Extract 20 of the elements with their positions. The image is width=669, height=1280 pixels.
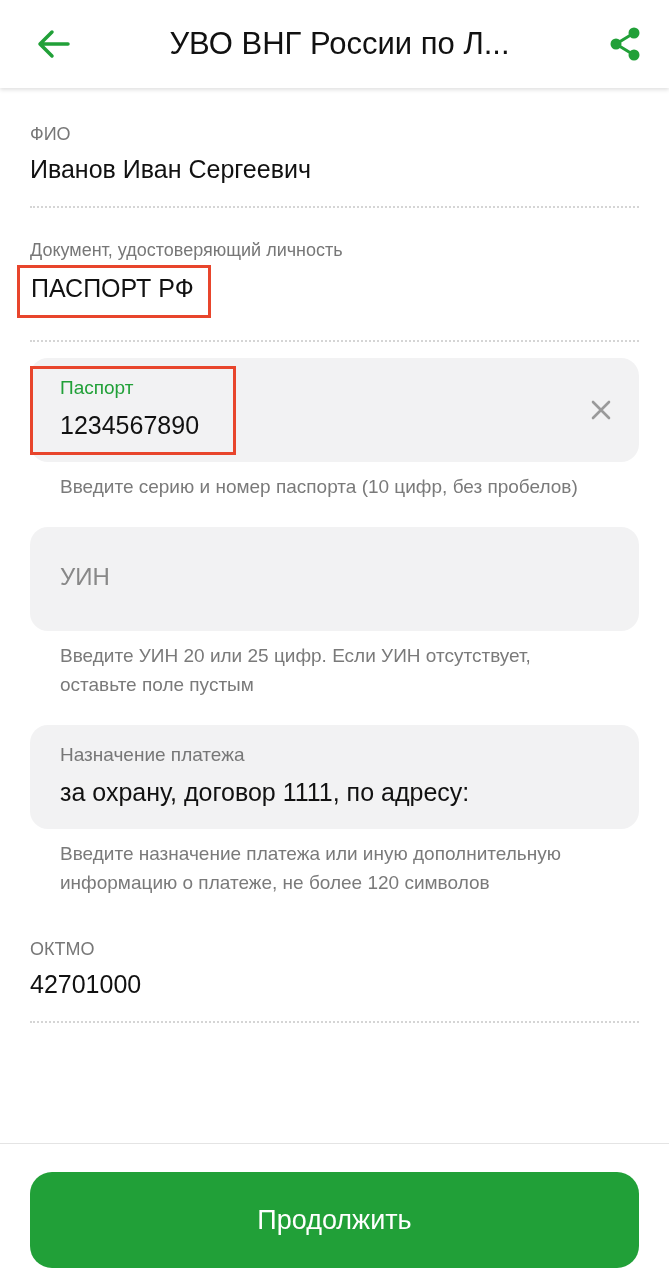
field-value: Иванов Иван Сергеевич: [30, 155, 311, 184]
back-arrow-icon[interactable]: [36, 29, 70, 59]
field-label: Назначение платежа: [60, 743, 246, 766]
field-label: Паспорт: [60, 376, 135, 399]
field-value: ПАСПОРТ РФ: [31, 274, 194, 302]
field-hint: Введите серию и номер паспорта (10 цифр, без пробелов): [60, 475, 579, 499]
close-icon[interactable]: [591, 400, 611, 420]
share-icon[interactable]: [609, 27, 641, 61]
field-hint: Введите назначение платежа или иную дополнительную информацию о платеже, не более 120 символов: [60, 842, 562, 895]
input-field[interactable]: Паспорт 1234567890: [30, 358, 639, 462]
field-value: 42701000: [30, 970, 142, 999]
field-hint: Введите УИН 20 или 25 цифр. Если УИН отсутствует, оставьте поле пустым: [60, 644, 532, 697]
field-value: 1234567890: [60, 410, 200, 440]
screen-title: УВО ВНГ России по Л...: [168, 26, 511, 62]
field-value: за охрану, договор 1111, по адресу:: [60, 777, 470, 807]
input-field[interactable]: Назначение платежа за охрану, договор 1111, по адресу:: [30, 725, 639, 829]
field-label: ОКТМО: [30, 939, 95, 960]
field-label: ФИО: [30, 124, 71, 145]
field-placeholder: УИН: [60, 563, 110, 591]
field-label: Документ, удостоверяющий личность: [30, 240, 343, 261]
